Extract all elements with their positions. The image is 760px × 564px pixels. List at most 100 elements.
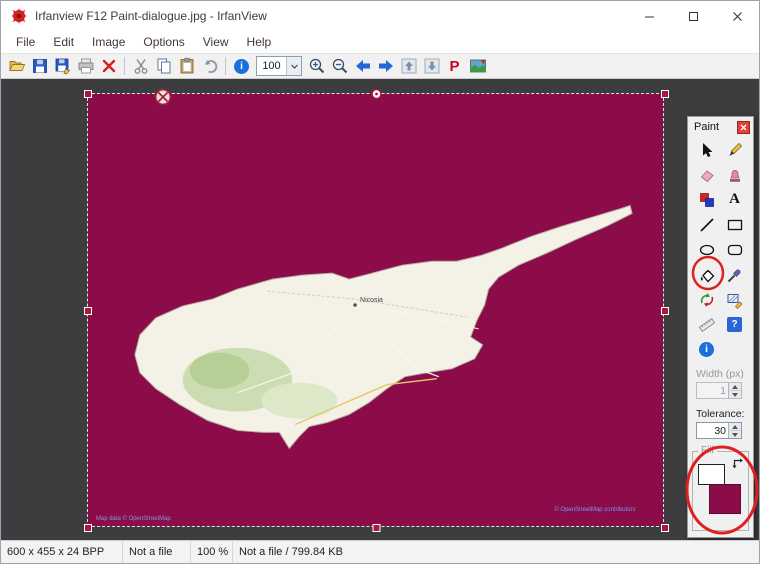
status-zoom: 100 % <box>191 541 233 563</box>
zoom-in-button[interactable] <box>305 55 328 77</box>
maximize-button[interactable] <box>671 1 715 31</box>
scissors-icon <box>132 57 150 75</box>
eraser-icon <box>698 166 716 184</box>
spin-down-button[interactable] <box>729 391 741 398</box>
color-picker-tool[interactable] <box>721 262 749 287</box>
selection-handles <box>80 86 673 536</box>
image-info-button[interactable]: i <box>230 55 253 77</box>
fill-colors-group: Fill <box>692 451 749 531</box>
spin-up-button[interactable] <box>729 423 741 431</box>
pointer-tool[interactable] <box>693 137 721 162</box>
hatch-fill-tool[interactable] <box>721 287 749 312</box>
paint-panel-close-button[interactable] <box>737 121 750 134</box>
spin-up-button[interactable] <box>729 383 741 391</box>
paste-button[interactable] <box>175 55 198 77</box>
clone-stamp-icon <box>726 166 744 184</box>
save-as-button[interactable] <box>51 55 74 77</box>
menu-file[interactable]: File <box>7 33 44 51</box>
canvas-image[interactable]: Nicosia Map data © OpenStreetMap © OpenS… <box>87 93 664 527</box>
arrow-left-icon <box>354 57 372 75</box>
rotate-tool[interactable] <box>693 287 721 312</box>
width-spinner <box>728 383 741 398</box>
info-circle-icon: i <box>699 342 714 357</box>
line-tool[interactable] <box>693 212 721 237</box>
selection-handle-mid-right[interactable] <box>662 308 669 315</box>
previous-file-button[interactable] <box>351 55 374 77</box>
pencil-icon <box>726 141 744 159</box>
ellipse-tool[interactable] <box>693 237 721 262</box>
tolerance-input[interactable] <box>697 423 728 438</box>
window-title: Irfanview F12 Paint-dialogue.jpg - Irfan… <box>35 9 267 23</box>
background-color-swatch[interactable] <box>709 484 741 514</box>
cut-button[interactable] <box>129 55 152 77</box>
replace-color-tool[interactable] <box>693 187 721 212</box>
paint-dialog-button[interactable]: P <box>443 55 466 77</box>
arrow-down-boxed-icon <box>423 57 441 75</box>
first-file-button[interactable] <box>397 55 420 77</box>
rectangle-tool[interactable] <box>721 212 749 237</box>
save-button[interactable] <box>28 55 51 77</box>
status-image-info: 600 x 455 x 24 BPP <box>1 541 123 563</box>
zoom-select[interactable]: 100 <box>256 56 302 76</box>
rotate-arrows-icon <box>698 291 716 309</box>
open-folder-icon <box>8 57 26 75</box>
titlebar[interactable]: Irfanview F12 Paint-dialogue.jpg - Irfan… <box>1 1 759 31</box>
tolerance-label: Tolerance: <box>696 408 753 420</box>
menu-help[interactable]: Help <box>238 33 281 51</box>
delete-button[interactable] <box>97 55 120 77</box>
canvas-area[interactable]: Nicosia Map data © OpenStreetMap © OpenS… <box>1 79 759 540</box>
spin-down-button[interactable] <box>729 431 741 438</box>
text-tool-icon: A <box>729 192 740 207</box>
copy-button[interactable] <box>152 55 175 77</box>
straighten-tool[interactable] <box>693 312 721 337</box>
auto-color-button[interactable] <box>466 55 489 77</box>
arrow-cursor-icon <box>698 141 716 159</box>
clone-stamp-tool[interactable] <box>721 162 749 187</box>
irfanview-window: Irfanview F12 Paint-dialogue.jpg - Irfan… <box>0 0 760 564</box>
width-input[interactable] <box>697 383 728 398</box>
delete-x-icon <box>100 57 118 75</box>
selection-handle-top-right[interactable] <box>662 91 669 98</box>
crosshair-marker[interactable] <box>156 90 171 105</box>
minimize-button[interactable] <box>627 1 671 31</box>
selection-handle-top-left[interactable] <box>85 91 92 98</box>
close-icon <box>732 11 743 22</box>
fill-tool[interactable] <box>693 262 721 287</box>
info-tool[interactable]: i <box>693 337 721 362</box>
selection-handle-bottom-left[interactable] <box>85 525 92 532</box>
swap-colors-icon[interactable] <box>731 456 745 470</box>
open-button[interactable] <box>5 55 28 77</box>
menu-options[interactable]: Options <box>134 33 193 51</box>
toolbar-separator <box>225 57 226 75</box>
last-file-button[interactable] <box>420 55 443 77</box>
text-tool[interactable]: A <box>721 187 749 212</box>
selection-handle-mid-left[interactable] <box>85 308 92 315</box>
rounded-rectangle-tool[interactable] <box>721 237 749 262</box>
menu-image[interactable]: Image <box>83 33 134 51</box>
menu-view[interactable]: View <box>194 33 238 51</box>
paint-panel-title: Paint <box>694 121 719 133</box>
eraser-tool[interactable] <box>693 162 721 187</box>
selection-handle-bottom-center[interactable] <box>373 525 380 532</box>
triangle-up-icon <box>732 385 738 389</box>
zoom-value: 100 <box>257 57 286 75</box>
paint-panel-titlebar[interactable]: Paint <box>688 117 753 137</box>
save-as-icon <box>54 57 72 75</box>
zoom-out-button[interactable] <box>328 55 351 77</box>
undo-button[interactable] <box>198 55 221 77</box>
menu-edit[interactable]: Edit <box>44 33 83 51</box>
rectangle-icon <box>726 216 744 234</box>
close-button[interactable] <box>715 1 759 31</box>
chevron-down-icon[interactable] <box>286 57 301 75</box>
tolerance-input-wrap <box>696 422 742 439</box>
hatch-rectangle-icon <box>726 291 744 309</box>
close-icon <box>740 124 747 131</box>
print-button[interactable] <box>74 55 97 77</box>
toolbar: i 100 <box>1 53 759 79</box>
pencil-tool[interactable] <box>721 137 749 162</box>
empty-tool-slot <box>721 337 749 362</box>
selection-handle-bottom-right[interactable] <box>662 525 669 532</box>
help-tool[interactable]: ? <box>721 312 749 337</box>
next-file-button[interactable] <box>374 55 397 77</box>
foreground-color-swatch[interactable] <box>698 464 725 485</box>
